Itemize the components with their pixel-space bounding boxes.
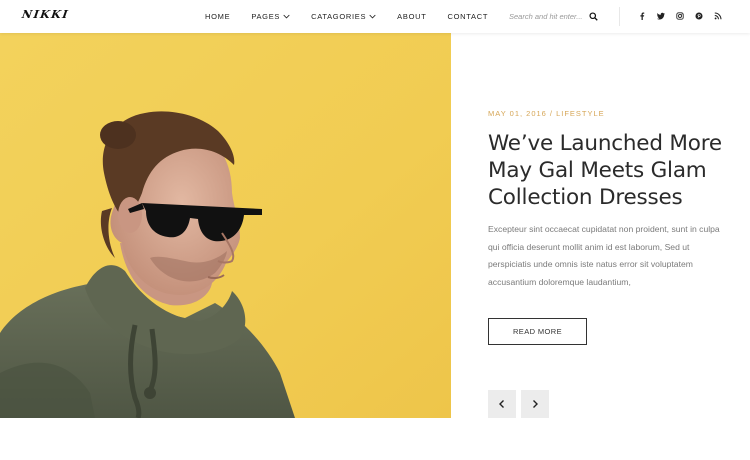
- pinterest-icon[interactable]: [695, 11, 703, 21]
- nav-item-categories[interactable]: CATAGORIES: [311, 12, 376, 21]
- nav-item-home[interactable]: HOME: [205, 12, 230, 21]
- slider-next-button[interactable]: [521, 390, 549, 418]
- rss-icon[interactable]: [714, 11, 722, 21]
- nav-item-about[interactable]: ABOUT: [397, 12, 426, 21]
- hero-illustration: [0, 33, 451, 418]
- search-box: [509, 9, 601, 24]
- nav-item-contact[interactable]: CONTACT: [448, 12, 489, 21]
- twitter-icon[interactable]: [657, 11, 665, 21]
- main-nav: HOME PAGES CATAGORIES ABOUT CONTACT: [205, 0, 509, 33]
- nav-item-pages[interactable]: PAGES: [251, 12, 290, 21]
- facebook-icon[interactable]: [638, 11, 646, 21]
- post-excerpt: Excepteur sint occaecat cupidatat non pr…: [488, 224, 720, 287]
- post-meta: MAY 01, 2016 / LIFESTYLE: [488, 109, 605, 118]
- chevron-right-icon: [533, 400, 538, 408]
- header-divider: [619, 7, 620, 26]
- chevron-down-icon: [283, 14, 290, 19]
- slider-prev-button[interactable]: [488, 390, 516, 418]
- social-links: [638, 11, 733, 21]
- nav-item-label: CONTACT: [447, 12, 489, 21]
- site-header: NIKKI HOME PAGES CATAGORIES ABOUT CONTAC…: [0, 0, 750, 33]
- nav-item-label: PAGES: [251, 12, 281, 21]
- post-title[interactable]: We’ve Launched More May Gal Meets Glam C…: [488, 130, 728, 211]
- read-more-button[interactable]: READ MORE: [488, 318, 587, 345]
- chevron-left-icon: [499, 400, 504, 408]
- search-input[interactable]: [509, 12, 589, 21]
- chevron-down-icon: [369, 14, 376, 19]
- site-logo[interactable]: NIKKI: [21, 8, 70, 21]
- search-icon[interactable]: [589, 12, 598, 21]
- instagram-icon[interactable]: [676, 11, 684, 21]
- nav-item-label: HOME: [205, 12, 231, 21]
- nav-item-label: ABOUT: [397, 12, 427, 21]
- hero-image[interactable]: [0, 33, 451, 418]
- nav-item-label: CATAGORIES: [311, 12, 367, 21]
